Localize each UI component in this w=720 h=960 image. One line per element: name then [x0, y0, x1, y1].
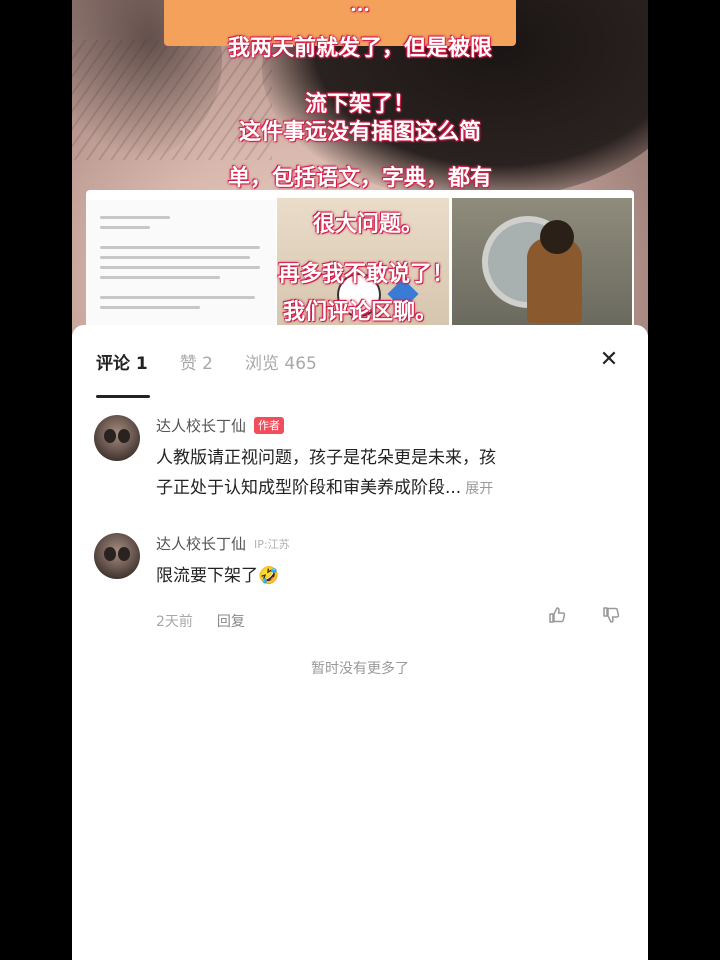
comment-text-line: 子正处于认知成型阶段和审美养成阶段... 展开	[156, 473, 496, 504]
active-tab-indicator	[96, 395, 150, 398]
comment-meta: 达人校长丁仙 IP:江苏	[156, 533, 290, 554]
close-icon[interactable]: ✕	[594, 345, 624, 375]
comment-text-line-2: 子正处于认知成型阶段和审美养成阶段...	[156, 478, 462, 498]
tab-views[interactable]: 浏览 465	[245, 349, 317, 379]
comment-text: 限流要下架了🤣	[156, 561, 279, 591]
post-image[interactable]: … 我两天前就发了，但是被限 流下架了！ 这件事远没有插图这么简 单，包括语文，…	[72, 0, 648, 335]
overlay-text-line: 再多我不敢说了！	[277, 261, 454, 287]
thumbs-up-icon[interactable]	[544, 605, 570, 631]
overlay-text-line: 很大问题。	[312, 211, 423, 237]
avatar[interactable]	[94, 415, 140, 461]
comment-item[interactable]: 达人校长丁仙 IP:江苏 限流要下架了🤣 2天前 回复	[94, 533, 626, 643]
overlay-text-line: 我们评论区聊。	[282, 299, 437, 325]
thumbs-down-svg	[603, 607, 620, 623]
doc-line	[100, 246, 260, 249]
comment-meta: 达人校长丁仙 作者	[156, 415, 285, 436]
comment-text-line: 人教版请正视问题，孩子是花朵更是未来，孩	[156, 448, 496, 468]
overlay-text-line: 我两天前就发了，但是被限	[227, 35, 492, 61]
thumbs-down-icon[interactable]	[598, 605, 624, 631]
overlay-text-line: …	[350, 0, 370, 16]
no-more-text: 暂时没有更多了	[311, 661, 409, 677]
author-badge: 作者	[254, 417, 285, 434]
avatar[interactable]	[94, 533, 140, 579]
comment-author[interactable]: 达人校长丁仙	[156, 415, 246, 436]
overlay-text-line: 这件事远没有插图这么简	[238, 119, 481, 145]
reply-button[interactable]: 回复	[217, 611, 245, 631]
comment-item[interactable]: 达人校长丁仙 作者 人教版请正视问题，孩子是花朵更是未来，孩 子正处于认知成型阶…	[94, 415, 626, 505]
comment-time: 2天前	[156, 614, 193, 630]
tab-likes[interactable]: 赞 2	[180, 349, 213, 379]
expand-link[interactable]: 展开	[465, 481, 493, 497]
overlay-text-line: 单，包括语文，字典，都有	[227, 165, 492, 191]
comment-footer: 2天前 回复	[156, 611, 245, 631]
comment-tabs: 评论 1 赞 2 浏览 465	[96, 349, 349, 379]
comment-sheet: 评论 1 赞 2 浏览 465 ✕ 达人校长丁仙 作者 人教版请正视问题，孩子是…	[72, 325, 648, 960]
tab-comments[interactable]: 评论 1	[96, 349, 148, 379]
comment-text-content: 限流要下架了	[156, 566, 258, 586]
phone-screen: … 我两天前就发了，但是被限 流下架了！ 这件事远没有插图这么简 单，包括语文，…	[72, 0, 648, 960]
comment-text: 人教版请正视问题，孩子是花朵更是未来，孩 子正处于认知成型阶段和审美养成阶段..…	[156, 443, 496, 504]
comment-author[interactable]: 达人校长丁仙	[156, 533, 246, 554]
thumbs-up-svg	[549, 607, 566, 623]
ip-location: IP:江苏	[254, 537, 290, 551]
rofl-emoji-icon: 🤣	[258, 566, 280, 586]
